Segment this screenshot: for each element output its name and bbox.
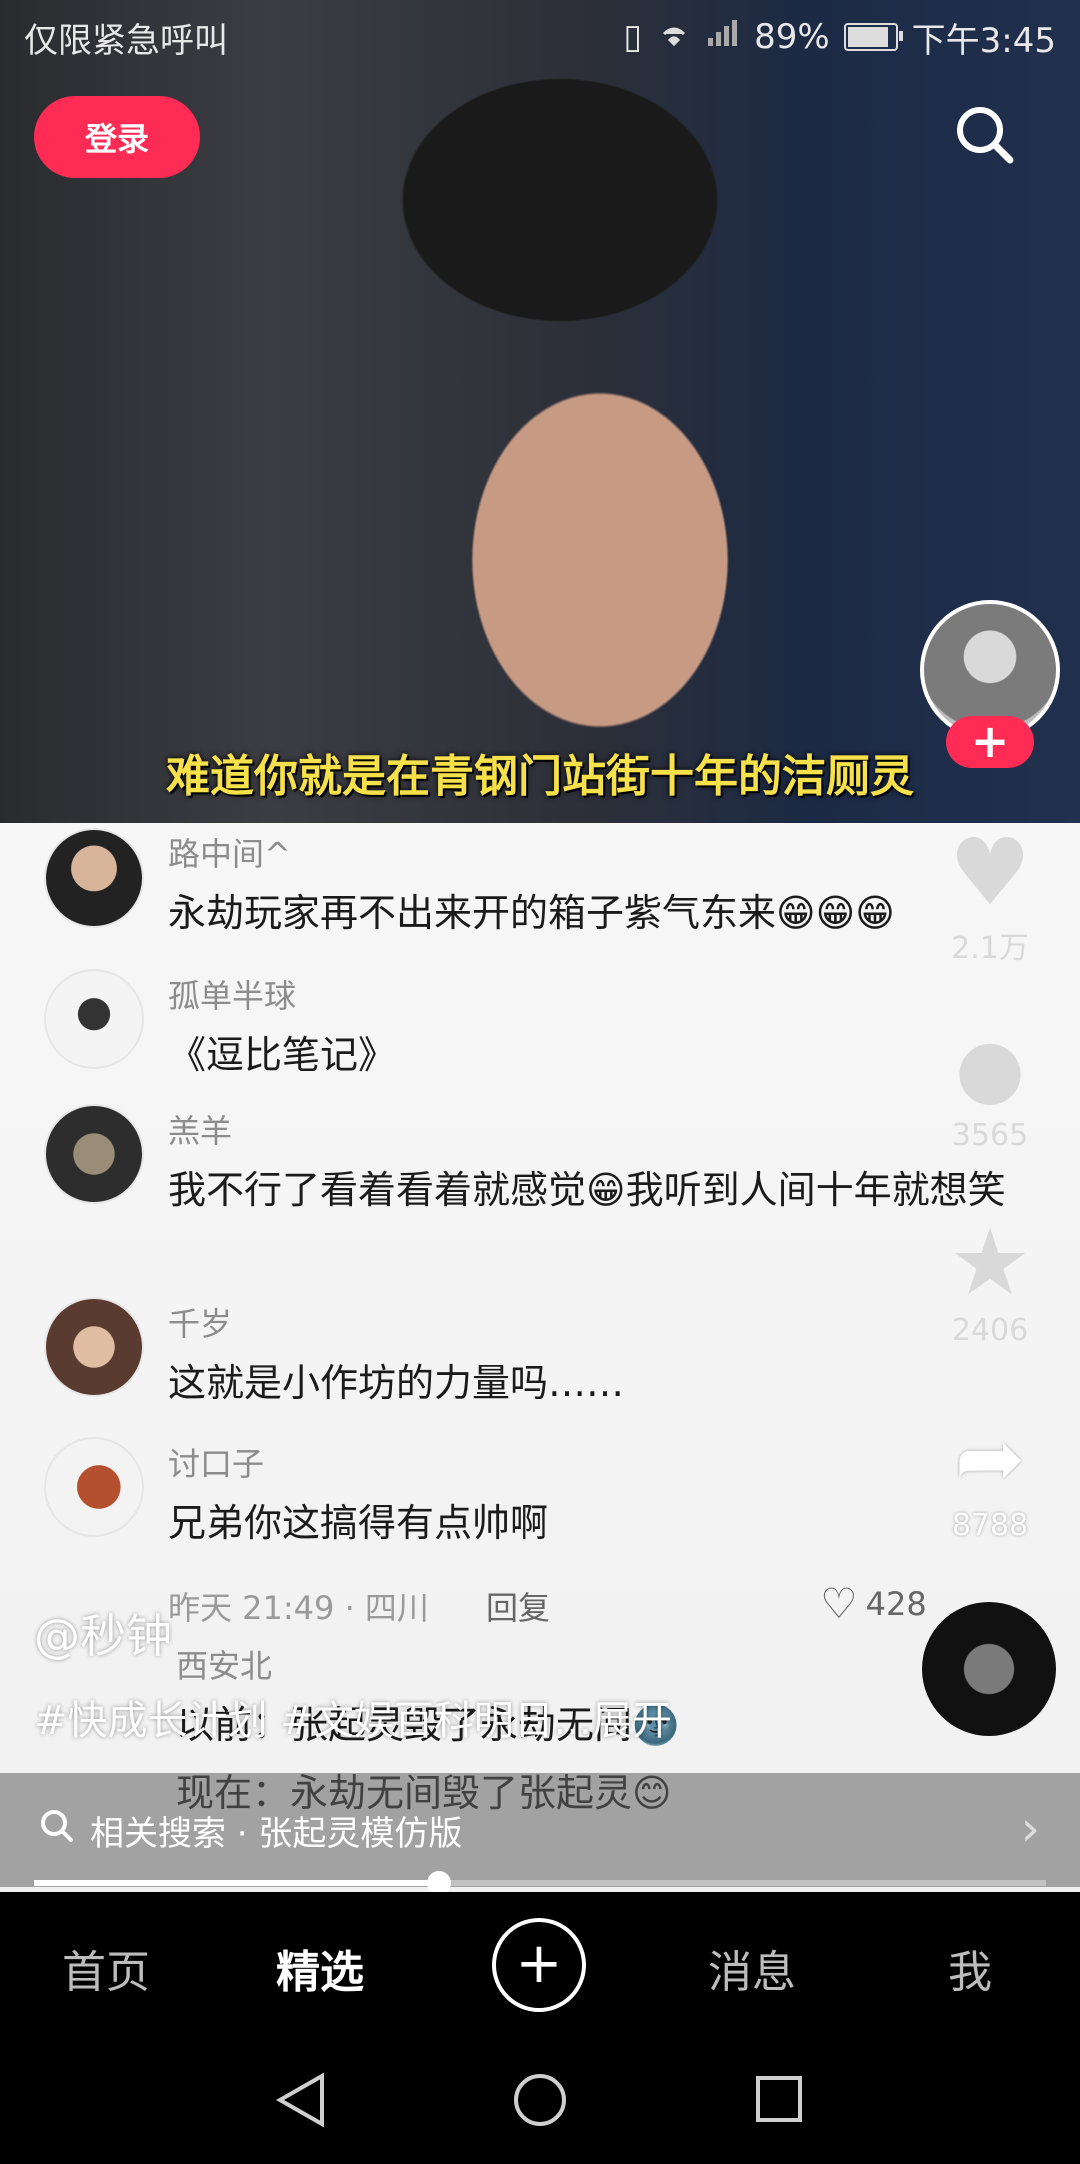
- search-icon[interactable]: [950, 100, 1020, 170]
- battery-icon: [843, 23, 903, 51]
- avatar[interactable]: [44, 1297, 144, 1397]
- like-button[interactable]: ♥ 2.1万: [940, 823, 1040, 967]
- music-disc[interactable]: [922, 1602, 1056, 1736]
- comment-bubble-icon: ●: [955, 1021, 1025, 1114]
- status-indicators: ▯ 89% 下午3:45: [623, 13, 1056, 62]
- nav-home[interactable]: 首页: [62, 1936, 150, 2000]
- share-button[interactable]: ➦ 8788: [940, 1408, 1040, 1543]
- reply-button[interactable]: 回复: [486, 1583, 550, 1629]
- nav-featured[interactable]: 精选: [276, 1936, 364, 2000]
- share-icon: ➦: [954, 1409, 1026, 1507]
- home-icon[interactable]: [514, 2074, 566, 2126]
- favorite-button[interactable]: ★ 2406: [940, 1209, 1040, 1349]
- comment-text: 兄弟你这搞得有点帅啊: [168, 1501, 549, 1545]
- comment-text: 这就是小作坊的力量吗……: [168, 1361, 625, 1405]
- comment-text: 《逗比笔记》: [168, 1033, 397, 1077]
- chevron-right-icon: ›: [1020, 1801, 1040, 1857]
- back-icon[interactable]: [275, 2072, 324, 2128]
- avatar[interactable]: [44, 828, 144, 928]
- video-progress-bar[interactable]: [34, 1871, 1046, 1895]
- bottom-nav: 首页 精选 + 消息 我: [0, 1892, 1080, 2040]
- related-search-bar[interactable]: 相关搜索 · 张起灵模仿版 ›: [0, 1773, 1080, 1887]
- wifi-icon: [656, 17, 692, 57]
- comment-author[interactable]: 路中间^: [168, 829, 291, 875]
- nav-messages[interactable]: 消息: [708, 1936, 796, 2000]
- comment-meta: 昨天 21:49 · 四川: [168, 1589, 429, 1627]
- system-nav-bar: [0, 2040, 1080, 2160]
- nav-me[interactable]: 我: [948, 1936, 992, 2000]
- share-count: 8788: [951, 1508, 1029, 1543]
- video-progress-fill: [34, 1880, 439, 1886]
- comment-like-count: 428: [865, 1584, 927, 1623]
- recents-icon[interactable]: [756, 2076, 802, 2122]
- signal-icon: [706, 17, 740, 57]
- clock: 下午3:45: [911, 20, 1056, 61]
- battery-percent: 89%: [754, 17, 830, 57]
- search-icon: [38, 1807, 76, 1854]
- author-handle[interactable]: @秒钟: [34, 1600, 172, 1666]
- heart-icon: ♥: [948, 819, 1032, 926]
- status-bar: 仅限紧急呼叫 ▯ 89% 下午3:45: [0, 0, 1080, 74]
- heart-icon: ♡: [820, 1579, 858, 1628]
- battery-level: [847, 27, 889, 47]
- video-subtitle: 难道你就是在青钢门站街十年的洁厕灵: [166, 751, 914, 802]
- comment-button[interactable]: ● 3565: [940, 1018, 1040, 1153]
- comment-author[interactable]: 羔羊: [168, 1106, 232, 1152]
- create-button[interactable]: +: [492, 1918, 586, 2012]
- comment-author[interactable]: 孤单半球: [168, 971, 296, 1017]
- comment-text: 永劫玩家再不出来开的箱子紫气东来😁😁😁: [168, 891, 895, 935]
- star-icon: ★: [948, 1209, 1032, 1316]
- favorite-count: 2406: [951, 1313, 1029, 1348]
- related-search-label: 相关搜索 · 张起灵模仿版: [90, 1813, 463, 1854]
- login-button[interactable]: 登录: [34, 96, 200, 178]
- comment-author[interactable]: 西安北: [176, 1641, 272, 1687]
- avatar[interactable]: [44, 1437, 144, 1537]
- video-tags[interactable]: #快成长计划 #文娱百科明日...展开: [34, 1688, 672, 1746]
- vibrate-icon: ▯: [623, 17, 643, 57]
- comment-author[interactable]: 讨口子: [168, 1439, 264, 1485]
- comment-author[interactable]: 千岁: [168, 1299, 232, 1345]
- emergency-call-text: 仅限紧急呼叫: [24, 20, 228, 61]
- avatar[interactable]: [44, 969, 144, 1069]
- comment-text: 我不行了看着看着就感觉😁我听到人间十年就想笑: [168, 1168, 1006, 1212]
- comment-count: 3565: [951, 1118, 1029, 1153]
- follow-button[interactable]: +: [946, 716, 1034, 768]
- like-count: 2.1万: [951, 931, 1029, 966]
- comment-like[interactable]: ♡ 428: [820, 1579, 927, 1628]
- avatar[interactable]: [44, 1104, 144, 1204]
